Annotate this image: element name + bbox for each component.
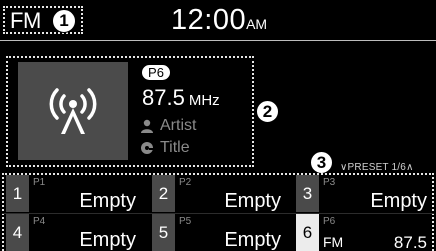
preset-slot-label: P2 [179,177,192,188]
preset-button-6[interactable]: 6 P6 FM 87.5 [296,214,431,251]
radio-screen: FM 1 12:00AM P6 87.5 MHz Artist Title 2 … [0,0,436,251]
album-art [18,62,128,160]
preset-station-name: Empty [370,190,427,212]
preset-station-name: Empty [79,229,136,251]
frequency-unit: MHz [188,92,220,109]
preset-slot-label: P5 [179,216,192,227]
clock-time: 12:00 [171,4,247,36]
current-preset-badge: P6 [142,65,170,80]
preset-next-icon[interactable]: ∧ [406,162,414,173]
preset-button-3[interactable]: 3 P3 Empty [296,175,431,212]
person-icon [141,119,153,133]
preset-page-indicator: ∨PRESET 1/6∧ [340,162,414,173]
preset-number: 1 [6,175,29,212]
preset-number: 3 [296,175,319,212]
header-divider [0,40,436,41]
callout-1: 1 [52,9,76,33]
preset-station-name: Empty [79,190,136,212]
preset-button-2[interactable]: 2 P2 Empty [152,175,285,212]
preset-station-name: Empty [224,190,281,212]
preset-slot-label: P1 [33,177,46,188]
callout-3: 3 [310,151,333,174]
preset-number: 2 [152,175,175,212]
clock: 12:00AM [171,4,267,37]
current-frequency: 87.5 MHz [142,85,220,111]
preset-slot-label: P4 [33,216,46,227]
artist-row: Artist [140,117,196,135]
preset-button-5[interactable]: 5 P5 Empty [152,214,285,251]
clock-ampm: AM [246,16,268,32]
preset-number: 6 [296,214,319,251]
artist-text: Artist [160,117,197,134]
preset-band: FM [323,234,344,250]
callout-2: 2 [256,100,279,123]
preset-frequency: 87.5 [393,233,427,251]
title-text: Title [160,139,190,156]
preset-number: 4 [6,214,29,251]
preset-page-number: 1/6 [391,162,407,173]
preset-station-name: Empty [224,229,281,251]
preset-button-4[interactable]: 4 P4 Empty [6,214,140,251]
disc-icon [141,142,154,154]
title-row: Title [140,139,190,157]
preset-button-1[interactable]: 1 P1 Empty [6,175,140,212]
preset-nav-label: PRESET [347,162,389,173]
band-label[interactable]: FM [10,8,41,34]
radio-broadcast-icon [49,88,97,134]
preset-slot-label: P6 [323,216,336,227]
preset-prev-icon[interactable]: ∨ [340,162,348,173]
preset-slot-label: P3 [323,177,336,188]
status-header: FM 1 12:00AM [0,0,436,42]
frequency-value: 87.5 [142,85,185,110]
preset-number: 5 [152,214,175,251]
